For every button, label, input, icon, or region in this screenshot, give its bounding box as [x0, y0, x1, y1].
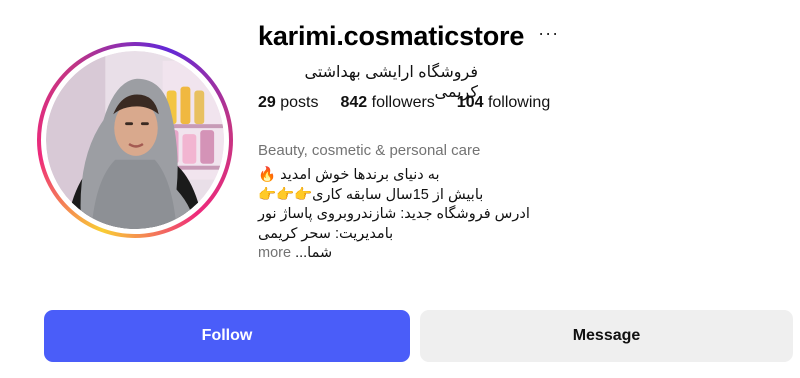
bio-line: بامدیریت: سحر کریمی	[258, 225, 394, 242]
story-ring[interactable]	[37, 42, 233, 238]
following-label: following	[487, 94, 551, 111]
follow-button[interactable]: Follow	[44, 310, 410, 362]
message-button[interactable]: Message	[420, 310, 793, 362]
username: karimi.cosmaticstore	[258, 20, 525, 51]
profile-stats: 29 posts 842 followers 104 following	[258, 94, 550, 112]
avatar[interactable]	[46, 51, 224, 229]
bio: به دنیای برندها خوش امدید 🔥 بابیش از 15س…	[258, 166, 558, 264]
bio-more-link[interactable]: more	[258, 245, 291, 261]
followers-label: followers	[371, 94, 435, 111]
bio-truncated-text: شما...	[295, 245, 333, 261]
bio-line: ادرس فروشگاه جدید: شازندروبروی پاساژ نور	[258, 206, 530, 222]
username-row: karimi.cosmaticstore ···	[258, 14, 559, 58]
following-count: 104	[456, 94, 484, 111]
bio-line: بابیش از 15سال سابقه کاری👉👉👉	[258, 186, 484, 203]
avatar-frame	[41, 46, 229, 234]
bio-line: به دنیای برندها خوش امدید 🔥	[258, 167, 440, 183]
posts-count: 29	[258, 94, 276, 111]
posts-stat[interactable]: 29 posts	[258, 94, 319, 112]
ellipsis-icon[interactable]: ···	[538, 24, 559, 42]
followers-stat[interactable]: 842 followers	[341, 94, 435, 112]
following-stat[interactable]: 104 following	[457, 94, 550, 112]
bio-line-truncated: شما... more	[258, 244, 558, 264]
followers-count: 842	[340, 94, 368, 111]
profile-category: Beauty, cosmetic & personal care	[258, 142, 481, 159]
posts-label: posts	[280, 94, 319, 111]
